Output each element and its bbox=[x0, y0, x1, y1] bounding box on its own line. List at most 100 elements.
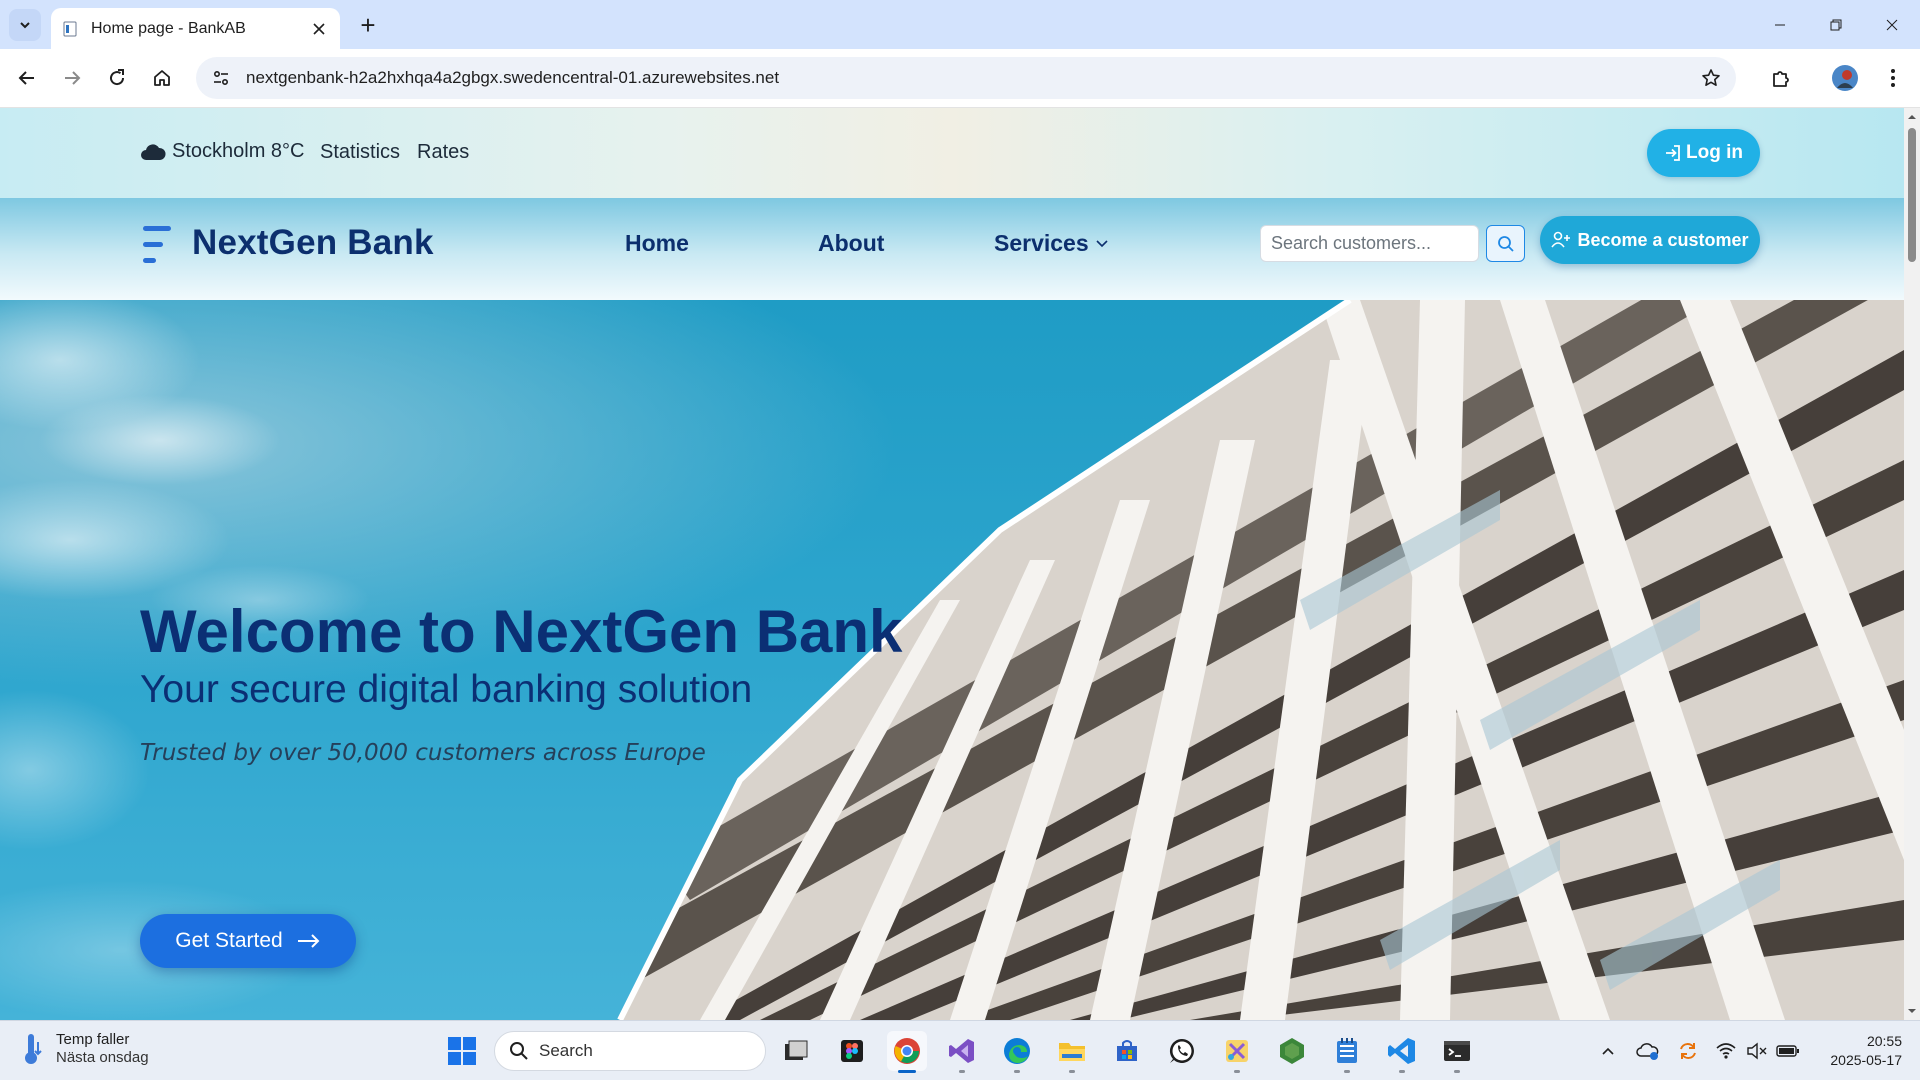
active-app-indicator bbox=[898, 1070, 916, 1073]
volume-muted-icon[interactable] bbox=[1745, 1039, 1769, 1063]
extensions-button[interactable] bbox=[1764, 61, 1798, 95]
browser-menu-button[interactable] bbox=[1876, 61, 1910, 95]
new-tab-button[interactable]: + bbox=[352, 9, 384, 41]
restore-button[interactable] bbox=[1808, 0, 1864, 49]
scroll-up-arrow-icon[interactable] bbox=[1907, 112, 1917, 122]
snipping-tool-icon[interactable] bbox=[1217, 1031, 1257, 1073]
url-text[interactable]: nextgenbank-h2a2hxhqa4a2gbgx.swedencentr… bbox=[246, 68, 1694, 88]
search-button[interactable] bbox=[1486, 225, 1525, 262]
page-scrollbar[interactable] bbox=[1904, 108, 1920, 1020]
browser-toolbar: nextgenbank-h2a2hxhqa4a2gbgx.swedencentr… bbox=[0, 49, 1920, 108]
minimize-icon bbox=[1775, 24, 1785, 25]
chevron-down-icon bbox=[20, 22, 30, 29]
restore-icon bbox=[1830, 19, 1842, 30]
cloud-icon bbox=[141, 143, 166, 160]
browser-tab-strip: Home page - BankAB + bbox=[0, 0, 1920, 49]
tab-title: Home page - BankAB bbox=[91, 19, 246, 37]
hero-section: Welcome to NextGen Bank Your secure digi… bbox=[0, 300, 1904, 1020]
nav-home-link[interactable]: Home bbox=[625, 230, 689, 257]
login-label: Log in bbox=[1686, 142, 1743, 163]
vscode-icon[interactable] bbox=[1382, 1031, 1422, 1073]
arrow-left-icon bbox=[18, 71, 34, 85]
puzzle-icon bbox=[1773, 71, 1789, 87]
sync-icon[interactable] bbox=[1676, 1039, 1700, 1063]
tab-close-icon[interactable] bbox=[308, 18, 330, 40]
back-button[interactable] bbox=[10, 61, 44, 95]
wifi-icon[interactable] bbox=[1714, 1039, 1738, 1063]
hero-text-block: Welcome to NextGen Bank Your secure digi… bbox=[140, 597, 902, 766]
search-icon bbox=[1497, 235, 1514, 252]
notepad-icon[interactable] bbox=[1327, 1031, 1367, 1073]
minimize-button[interactable] bbox=[1752, 0, 1808, 49]
page-favicon-icon bbox=[61, 20, 79, 38]
hero-trust-text: Trusted by over 50,000 customers across … bbox=[140, 740, 706, 766]
taskbar-search-label: Search bbox=[539, 1041, 593, 1060]
figma-icon[interactable] bbox=[832, 1031, 872, 1071]
login-icon bbox=[1666, 145, 1680, 161]
terminal-icon[interactable] bbox=[1437, 1031, 1477, 1073]
get-started-label: Get Started bbox=[175, 929, 283, 952]
avatar-icon bbox=[1832, 65, 1858, 91]
forward-button[interactable] bbox=[55, 61, 89, 95]
main-navbar: NextGen Bank Home About Services Become … bbox=[0, 198, 1904, 300]
nav-services-label: Services bbox=[994, 230, 1089, 256]
customer-search-input[interactable] bbox=[1260, 225, 1479, 262]
taskbar-clock[interactable]: 20:55 2025-05-17 bbox=[1830, 1032, 1902, 1070]
reload-icon bbox=[110, 69, 125, 86]
clock-time: 20:55 bbox=[1866, 1033, 1902, 1049]
taskbar-search[interactable]: Search bbox=[494, 1031, 766, 1071]
bookmark-star-icon[interactable] bbox=[1694, 61, 1728, 95]
clock-date: 2025-05-17 bbox=[1830, 1052, 1902, 1068]
whatsapp-icon[interactable] bbox=[1162, 1031, 1202, 1071]
search-icon bbox=[510, 1042, 528, 1060]
battery-icon[interactable] bbox=[1776, 1039, 1800, 1063]
reload-button[interactable] bbox=[100, 61, 134, 95]
become-customer-button[interactable]: Become a customer bbox=[1540, 216, 1760, 264]
nodejs-icon[interactable] bbox=[1272, 1031, 1312, 1071]
chevron-up-icon[interactable] bbox=[1596, 1039, 1620, 1063]
rates-link[interactable]: Rates bbox=[417, 141, 469, 164]
profile-avatar[interactable] bbox=[1828, 61, 1862, 95]
browser-tab-active[interactable]: Home page - BankAB bbox=[51, 8, 340, 49]
hero-title: Welcome to NextGen Bank bbox=[140, 598, 903, 665]
onedrive-cloud-icon[interactable] bbox=[1636, 1039, 1660, 1063]
arrow-right-icon bbox=[297, 934, 320, 948]
arrow-right-icon bbox=[65, 71, 81, 85]
visual-studio-icon[interactable] bbox=[942, 1031, 982, 1073]
widget-subtitle: Nästa onsdag bbox=[56, 1049, 149, 1066]
microsoft-store-icon[interactable] bbox=[1107, 1031, 1147, 1071]
scroll-down-arrow-icon[interactable] bbox=[1907, 1006, 1917, 1016]
chrome-icon[interactable] bbox=[887, 1031, 927, 1073]
home-icon bbox=[154, 70, 170, 86]
get-started-button[interactable]: Get Started bbox=[140, 914, 356, 968]
home-button[interactable] bbox=[145, 61, 179, 95]
scrollbar-thumb[interactable] bbox=[1908, 128, 1916, 262]
login-button[interactable]: Log in bbox=[1647, 129, 1760, 177]
logo-bars-icon bbox=[143, 226, 171, 263]
page-viewport: Stockholm 8°C Statistics Rates Log in Ne… bbox=[0, 108, 1904, 1020]
nav-services-dropdown[interactable]: Services bbox=[994, 230, 1109, 257]
brand-name[interactable]: NextGen Bank bbox=[192, 223, 434, 263]
weather-widget-taskbar[interactable]: Temp faller Nästa onsdag bbox=[22, 1031, 149, 1067]
window-controls bbox=[1752, 0, 1920, 49]
site-info-icon[interactable] bbox=[204, 61, 238, 95]
file-explorer-icon[interactable] bbox=[1052, 1031, 1092, 1073]
windows-taskbar: Temp faller Nästa onsdag Search 20:55 20… bbox=[0, 1020, 1920, 1080]
tab-search-button[interactable] bbox=[9, 9, 41, 41]
top-info-bar: Stockholm 8°C Statistics Rates Log in bbox=[0, 108, 1904, 198]
user-plus-icon bbox=[1551, 231, 1571, 248]
become-customer-label: Become a customer bbox=[1577, 229, 1749, 250]
thermometer-icon bbox=[25, 1034, 42, 1064]
statistics-link[interactable]: Statistics bbox=[320, 141, 400, 164]
weather-widget: Stockholm 8°C bbox=[140, 140, 305, 163]
nav-about-link[interactable]: About bbox=[818, 230, 884, 257]
more-vertical-icon bbox=[1891, 69, 1895, 87]
windows-start-icon[interactable] bbox=[447, 1036, 477, 1066]
task-view-icon[interactable] bbox=[776, 1031, 816, 1071]
chevron-down-icon bbox=[1096, 239, 1108, 247]
close-window-button[interactable] bbox=[1864, 0, 1920, 49]
hero-subtitle: Your secure digital banking solution bbox=[140, 668, 753, 711]
edge-icon[interactable] bbox=[997, 1031, 1037, 1073]
address-bar[interactable]: nextgenbank-h2a2hxhqa4a2gbgx.swedencentr… bbox=[196, 57, 1736, 99]
widget-title: Temp faller bbox=[56, 1031, 130, 1048]
